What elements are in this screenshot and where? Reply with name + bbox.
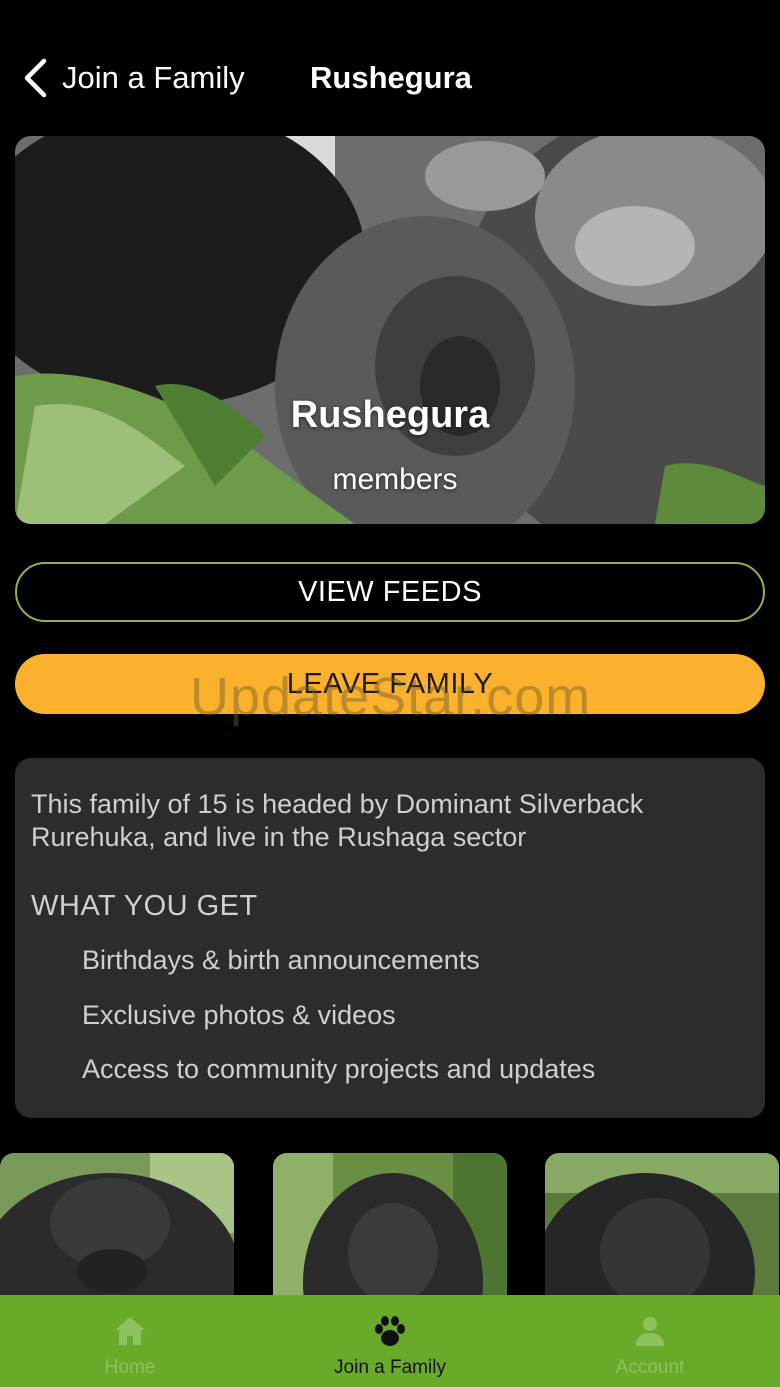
person-icon	[636, 1317, 664, 1346]
view-feeds-button[interactable]: VIEW FEEDS	[15, 562, 765, 622]
benefits-list: Birthdays & birth announcements Exclusiv…	[31, 945, 749, 1109]
home-icon	[115, 1317, 145, 1345]
list-item: Birthdays & birth announcements	[82, 945, 480, 975]
gorilla-photo	[0, 1153, 234, 1295]
family-info-card: This family of 15 is headed by Dominant …	[15, 758, 765, 1118]
benefits-heading: WHAT YOU GET	[31, 890, 258, 922]
member-thumbnail[interactable]	[545, 1153, 779, 1295]
family-description: This family of 15 is headed by Dominant …	[31, 789, 644, 852]
tab-home[interactable]: Home	[0, 1295, 260, 1387]
back-label: Join a Family	[62, 60, 245, 95]
back-button[interactable]: Join a Family	[22, 58, 245, 98]
tab-label: Account	[615, 1357, 685, 1378]
member-thumbnail[interactable]	[0, 1153, 234, 1295]
list-item: Access to community projects and updates	[82, 1054, 596, 1084]
paw-icon	[375, 1316, 405, 1346]
member-gallery	[0, 1153, 780, 1295]
page-title: Rushegura	[310, 60, 472, 95]
tab-label: Join a Family	[334, 1357, 446, 1378]
tab-account[interactable]: Account	[520, 1295, 780, 1387]
tab-join-family[interactable]: Join a Family	[260, 1295, 520, 1387]
leave-family-button[interactable]: LEAVE FAMILY	[15, 654, 765, 714]
chevron-left-icon	[24, 58, 47, 98]
gorilla-photo	[545, 1153, 779, 1295]
list-item: Exclusive photos & videos	[82, 999, 396, 1030]
members-label: members	[332, 463, 458, 496]
gorilla-photo	[273, 1153, 507, 1295]
family-name: Rushegura	[290, 394, 490, 436]
bottom-tab-bar: Home Join a Family Account	[0, 1295, 780, 1387]
member-thumbnail[interactable]	[273, 1153, 507, 1295]
nav-header: Join a Family Rushegura	[0, 0, 780, 130]
family-hero-image: Rushegura members	[15, 136, 765, 524]
tab-label: Home	[104, 1357, 156, 1378]
